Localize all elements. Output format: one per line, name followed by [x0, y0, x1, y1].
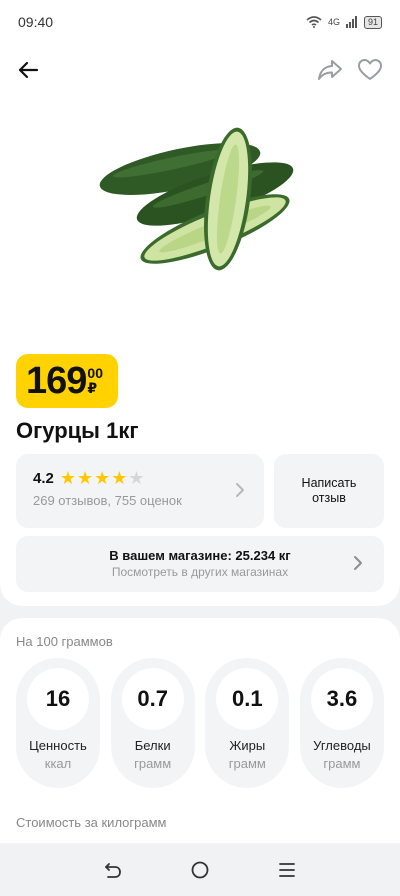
nutrition-label: Ценность: [29, 738, 87, 753]
rating-summary: 269 отзывов, 755 оценок: [33, 493, 182, 508]
network-type: 4G: [327, 17, 340, 27]
rating-value: 4.2: [33, 469, 54, 487]
battery-icon: 91: [363, 15, 382, 29]
status-icons: 4G 91: [306, 15, 382, 29]
nutrition-value: 16: [27, 668, 89, 730]
nutrition-unit: ккал: [44, 756, 72, 771]
store-availability-card[interactable]: В вашем магазине: 25.234 кг Посмотреть в…: [16, 536, 384, 592]
product-title: Огурцы 1кг: [16, 418, 139, 443]
system-home-button[interactable]: [180, 850, 220, 890]
star-icon: ★: [111, 468, 128, 488]
nutrition-card-carbs: 3.6 Углеводы грамм: [299, 658, 384, 788]
nutrition-unit: грамм: [134, 756, 172, 771]
nutrition-card-protein: 0.7 Белки грамм: [110, 658, 195, 788]
currency-symbol: ₽: [87, 380, 98, 396]
nutrition-row: 16 Ценность ккал 0.7 Белки грамм 0.1 Жир…: [16, 658, 384, 788]
back-button[interactable]: [12, 54, 44, 86]
nutrition-unit: грамм: [228, 756, 266, 771]
other-stores-link: Посмотреть в других магазинах: [111, 565, 289, 579]
nutrition-label: Белки: [134, 738, 171, 753]
price-rubles: 169: [26, 360, 87, 402]
product-image: [99, 127, 294, 271]
wifi-icon: [306, 16, 322, 28]
nutrition-label: Углеводы: [313, 738, 371, 753]
menu-lines-icon: [278, 862, 295, 877]
cost-per-kg-heading: Стоимость за килограмм: [16, 815, 167, 830]
price-kopecks: 00: [87, 365, 103, 381]
chevron-right-icon: [354, 556, 362, 570]
nutrition-section: На 100 граммов 16 Ценность ккал 0.7 Белк…: [0, 618, 400, 848]
star-icon: ★: [94, 468, 111, 488]
system-nav-bar: [0, 843, 400, 896]
star-empty-icon: ★: [128, 468, 145, 488]
nutrition-value: 0.1: [216, 668, 279, 730]
nutrition-label: Жиры: [229, 738, 266, 753]
chevron-right-icon: [236, 483, 244, 497]
nutrition-unit: грамм: [323, 756, 361, 771]
system-menu-button[interactable]: [267, 850, 307, 890]
share-button[interactable]: [314, 54, 346, 86]
favorite-button[interactable]: [354, 54, 386, 86]
top-nav: [0, 44, 400, 96]
store-stock: В вашем магазине: 25.234 кг: [109, 548, 291, 563]
rating-stars: ★ ★ ★ ★ ★: [60, 469, 145, 487]
nutrition-card-fat: 0.1 Жиры грамм: [205, 658, 290, 788]
nutrition-heading: На 100 граммов: [16, 634, 113, 649]
write-review-button[interactable]: Написать отзыв: [274, 454, 384, 528]
price-badge: 169 00 ₽: [16, 354, 118, 408]
product-header-section: 169 00 ₽ Огурцы 1кг 4.2 ★ ★ ★ ★ ★ 269 от…: [0, 44, 400, 606]
system-back-button[interactable]: [93, 850, 133, 890]
undo-arrow-icon: [105, 862, 122, 878]
nutrition-card-calories: 16 Ценность ккал: [16, 658, 100, 788]
nutrition-value: 0.7: [121, 668, 184, 730]
status-bar: 09:40 4G 91: [0, 0, 400, 44]
rating-card[interactable]: 4.2 ★ ★ ★ ★ ★ 269 отзывов, 755 оценок: [16, 454, 264, 528]
star-icon: ★: [59, 468, 76, 488]
arrow-left-icon: [18, 61, 39, 79]
rating-row: 4.2 ★ ★ ★ ★ ★: [33, 469, 264, 487]
share-icon: [318, 60, 342, 80]
signal-icon: [345, 16, 357, 28]
price-side: 00 ₽: [87, 360, 103, 395]
status-time: 09:40: [18, 14, 54, 30]
nutrition-value: 3.6: [310, 668, 373, 730]
heart-icon: [358, 59, 382, 80]
star-icon: ★: [77, 468, 94, 488]
home-circle-icon: [191, 861, 209, 878]
